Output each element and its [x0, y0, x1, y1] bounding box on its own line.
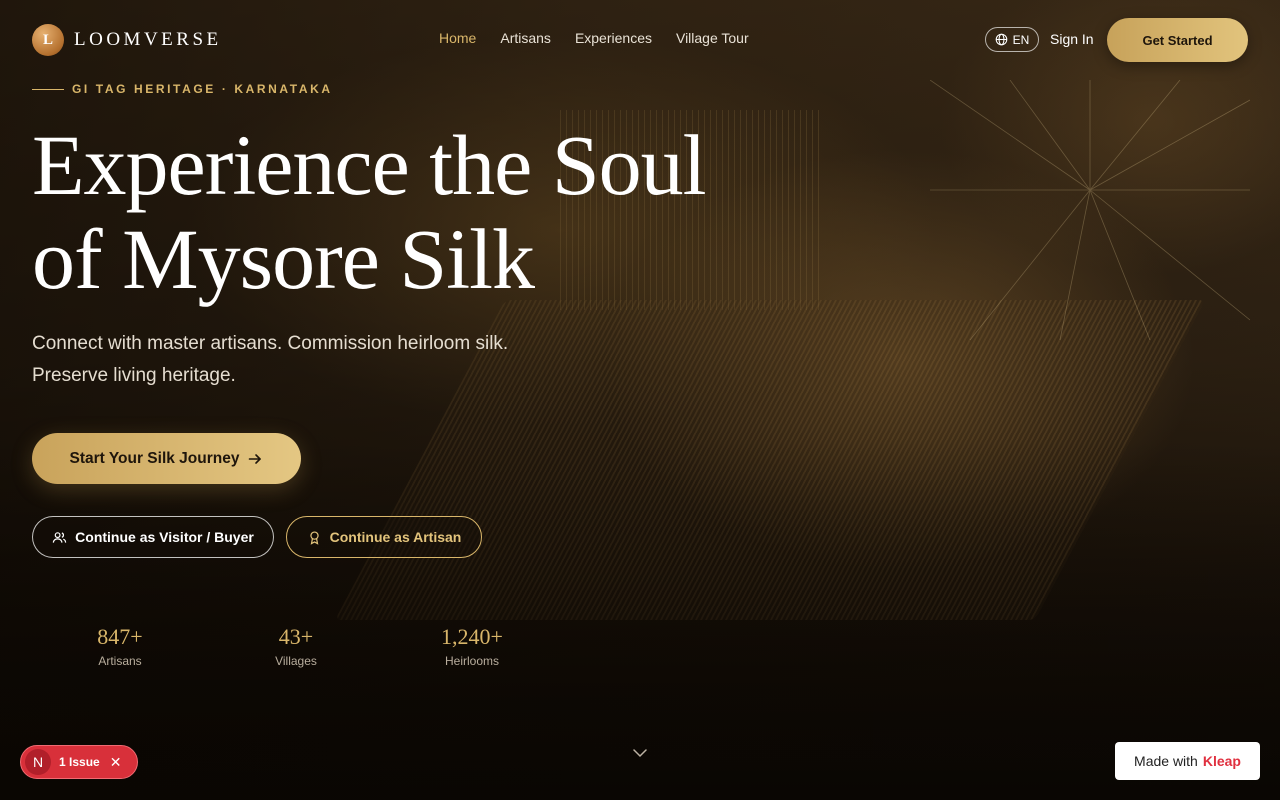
issue-count-label: 1 Issue: [59, 755, 100, 769]
stat-villages: 43+ Villages: [208, 624, 384, 668]
close-icon[interactable]: ✕: [110, 754, 122, 771]
made-with-prefix: Made with: [1134, 753, 1198, 769]
stat-label: Artisans: [98, 654, 142, 668]
stat-heirlooms: 1,240+ Heirlooms: [384, 624, 560, 668]
nav-link-experiences[interactable]: Experiences: [575, 30, 652, 46]
eyebrow-divider: [32, 88, 64, 90]
brand-name: LOOMVERSE: [74, 29, 222, 50]
start-silk-journey-button[interactable]: Start Your Silk Journey: [32, 433, 301, 484]
brand-logo[interactable]: L LOOMVERSE: [32, 24, 222, 56]
hero-subtitle-line-2: Preserve living heritage.: [32, 365, 236, 386]
stat-artisans: 847+ Artisans: [32, 624, 208, 668]
logo-mark-icon: L: [32, 24, 64, 56]
scroll-down-chevron-icon[interactable]: [632, 746, 648, 760]
hero-title-line-2: of Mysore Silk: [32, 211, 535, 307]
continue-as-artisan-label: Continue as Artisan: [329, 529, 462, 545]
hero-title-line-1: Experience the Soul: [32, 117, 707, 213]
stat-value: 1,240+: [441, 624, 503, 649]
start-silk-journey-label: Start Your Silk Journey: [69, 449, 240, 467]
award-icon: [309, 530, 319, 545]
hero-subtitle: Connect with master artisans. Commission…: [32, 328, 592, 392]
arrow-right-icon: [249, 453, 262, 464]
continue-as-visitor-button[interactable]: Continue as Visitor / Buyer: [32, 516, 274, 558]
stat-value: 43+: [278, 624, 314, 649]
hero-eyebrow: GI TAG HERITAGE · KARNATAKA: [32, 82, 333, 96]
get-started-button[interactable]: Get Started: [1107, 18, 1248, 62]
nav-link-artisans[interactable]: Artisans: [500, 30, 551, 46]
sign-in-link[interactable]: Sign In: [1050, 31, 1094, 47]
stat-label: Heirlooms: [444, 654, 499, 668]
main-nav: Home Artisans Experiences Village Tour: [439, 30, 749, 46]
eyebrow-text: GI TAG HERITAGE · KARNATAKA: [72, 82, 333, 96]
hero-subtitle-line-1: Connect with master artisans. Commission…: [32, 333, 509, 354]
language-selector[interactable]: EN: [985, 27, 1039, 52]
nav-link-home[interactable]: Home: [439, 30, 476, 46]
made-with-badge[interactable]: Made with Kleap: [1115, 742, 1260, 780]
users-icon: [52, 531, 67, 543]
made-with-brand: Kleap: [1202, 753, 1241, 769]
issues-indicator[interactable]: N 1 Issue ✕: [20, 745, 138, 779]
globe-icon: [995, 33, 1007, 46]
nextjs-logo-icon: N: [25, 749, 51, 775]
hero-title: Experience the Soul of Mysore Silk: [32, 118, 792, 306]
language-label: EN: [1012, 32, 1030, 47]
stat-value: 847+: [97, 624, 143, 649]
stat-label: Villages: [275, 654, 317, 668]
continue-as-visitor-label: Continue as Visitor / Buyer: [75, 529, 254, 545]
nav-link-village-tour[interactable]: Village Tour: [676, 30, 749, 46]
top-navbar: L LOOMVERSE Home Artisans Experiences Vi…: [0, 0, 1280, 80]
continue-as-artisan-button[interactable]: Continue as Artisan: [286, 516, 482, 558]
hero-stats: 847+ Artisans 43+ Villages 1,240+ Heirlo…: [32, 624, 560, 668]
